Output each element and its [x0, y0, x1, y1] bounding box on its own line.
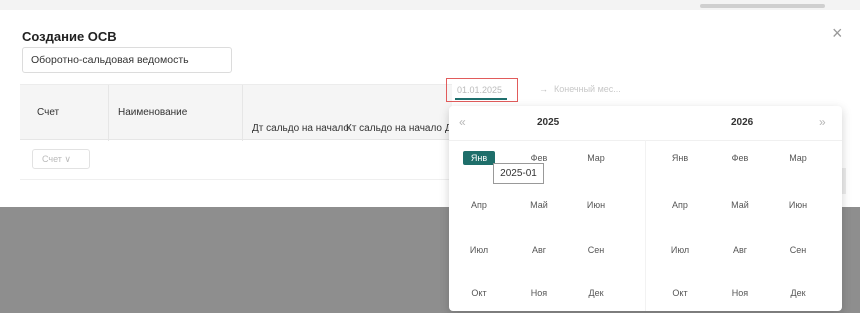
background-header-strip: [700, 4, 825, 8]
left-month-cell[interactable]: Сен: [580, 243, 612, 257]
table-header: Счет Наименование Дт сальдо на начало Кт…: [20, 84, 452, 141]
right-month-cell[interactable]: Янв: [664, 151, 696, 165]
right-month-cell[interactable]: Июл: [664, 243, 696, 257]
left-year-label[interactable]: 2025: [537, 117, 559, 128]
right-month-cell[interactable]: Фев: [724, 151, 756, 165]
month-range-picker[interactable]: 01.01.2025 → Конечный мес...: [446, 78, 652, 102]
left-month-cell[interactable]: Мар: [580, 151, 612, 165]
next-year-icon[interactable]: »: [819, 115, 826, 129]
close-icon[interactable]: ×: [832, 24, 843, 42]
left-month-cell[interactable]: Апр: [463, 198, 495, 212]
column-header-name: Наименование: [118, 107, 188, 118]
right-month-cell[interactable]: Май: [724, 198, 756, 212]
row-divider: [20, 179, 452, 180]
month-calendar-popup: « 2025 2026 » Янв Фев Мар Апр Май Июн Июл Авг Се…: [449, 106, 842, 311]
left-month-cell[interactable]: Янв: [463, 151, 495, 165]
left-month-cell[interactable]: Ноя: [523, 286, 555, 300]
column-header-account: Счет: [37, 107, 60, 118]
column-header-debit-opening: Дт сальдо на начало: [252, 123, 349, 134]
right-month-cell[interactable]: Авг: [724, 243, 756, 257]
end-month-input[interactable]: Конечный мес...: [554, 84, 621, 94]
right-month-cell[interactable]: Сен: [782, 243, 814, 257]
right-month-cell[interactable]: Ноя: [724, 286, 756, 300]
right-month-cell[interactable]: Апр: [664, 198, 696, 212]
month-tooltip: 2025-01: [493, 163, 544, 184]
column-divider: [242, 85, 243, 141]
right-month-cell[interactable]: Дек: [782, 286, 814, 300]
panel-divider: [645, 140, 646, 311]
left-month-cell[interactable]: Окт: [463, 286, 495, 300]
column-divider: [108, 85, 109, 141]
left-month-cell[interactable]: Дек: [580, 286, 612, 300]
dialog-title: Создание ОСВ: [22, 29, 117, 44]
start-month-value: 01.01.2025: [457, 85, 503, 95]
arrow-right-icon: →: [539, 84, 548, 94]
left-month-cell[interactable]: Июл: [463, 243, 495, 257]
report-name-input[interactable]: Оборотно-сальдовая ведомость: [22, 47, 232, 73]
left-month-cell[interactable]: Авг: [523, 243, 555, 257]
column-header-credit-opening: Кт сальдо на начало: [346, 123, 442, 134]
active-input-indicator: [455, 98, 507, 100]
right-month-cell[interactable]: Окт: [664, 286, 696, 300]
right-month-cell[interactable]: Июн: [782, 198, 814, 212]
account-filter-select[interactable]: Счет ∨: [32, 149, 90, 169]
right-year-label[interactable]: 2026: [731, 117, 753, 128]
right-month-cell[interactable]: Мар: [782, 151, 814, 165]
prev-year-icon[interactable]: «: [459, 115, 466, 129]
left-month-cell[interactable]: Июн: [580, 198, 612, 212]
left-month-cell[interactable]: Май: [523, 198, 555, 212]
